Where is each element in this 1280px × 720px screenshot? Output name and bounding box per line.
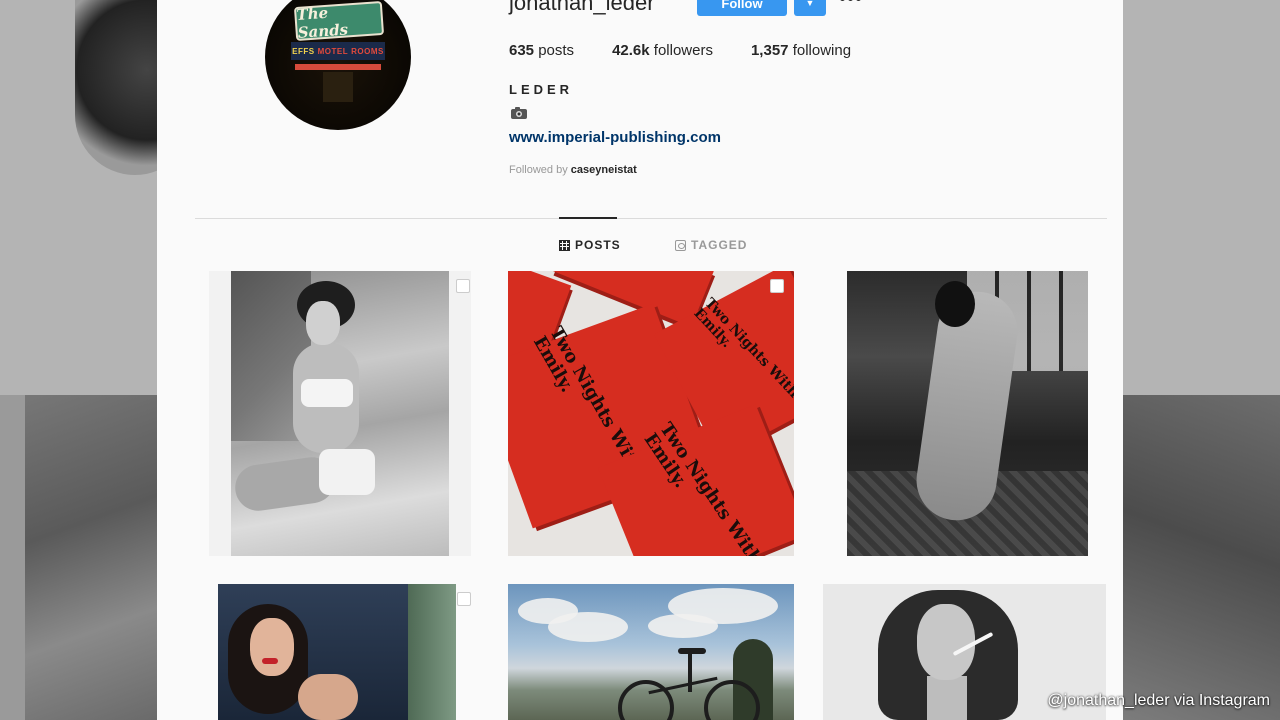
avatar-sign-pole: [323, 72, 353, 102]
tab-tagged-label: TAGGED: [691, 238, 748, 252]
photo-figure-bottom: [319, 449, 375, 495]
avatar-sign-text-b: MOTEL: [317, 46, 349, 56]
profile-username: jonathan_leder: [509, 0, 655, 15]
grid-icon: [559, 239, 570, 251]
instagram-profile-page: The Sands EFFS MOTEL ROOMS jonathan_lede…: [157, 0, 1123, 720]
select-checkbox[interactable]: [770, 279, 784, 293]
post-thumbnail[interactable]: Two Nights With Emily. Two Nights With E…: [508, 271, 794, 556]
active-tab-indicator: [559, 217, 617, 219]
photo-bike-fork: [688, 652, 692, 692]
photo-curtain: [408, 584, 456, 720]
followed-by: Followed by caseyneistat: [509, 164, 637, 176]
photo-cloud: [548, 612, 628, 642]
avatar-sign-text-a: EFFS: [292, 46, 315, 56]
following-stat[interactable]: 1,357 following: [751, 42, 851, 59]
avatar-sign-motel: EFFS MOTEL ROOMS: [291, 42, 385, 60]
avatar-sign-stripe: [295, 64, 381, 70]
post-thumbnail[interactable]: [847, 271, 1088, 556]
photo-figure-face: [917, 604, 975, 680]
photo-cloud: [648, 614, 718, 638]
post-thumbnail[interactable]: [508, 584, 794, 720]
book-title: Two Nights With Emily.: [639, 418, 767, 556]
profile-full-name: LEDER: [509, 82, 574, 97]
more-options-icon[interactable]: •••: [839, 0, 863, 11]
photo-figure-lips: [262, 658, 278, 664]
follow-button[interactable]: Follow: [697, 0, 787, 16]
tab-posts-label: POSTS: [575, 238, 621, 252]
tabs-divider: [195, 218, 1107, 219]
photo-figure-face: [306, 301, 340, 345]
followers-count: 42.6k: [612, 42, 650, 59]
post-thumbnail[interactable]: [218, 584, 456, 720]
following-count: 1,357: [750, 42, 789, 59]
photo-figure-arm: [298, 674, 358, 720]
photo-figure-face: [250, 618, 294, 676]
chevron-down-icon: ▼: [805, 0, 815, 8]
followed-by-user-link[interactable]: caseyneistat: [571, 164, 637, 176]
followers-stat[interactable]: 42.6k followers: [612, 42, 713, 59]
profile-stats: 635 posts 42.6k followers 1,357 followin…: [509, 42, 889, 59]
post-thumbnail[interactable]: [209, 271, 471, 556]
avatar-sign-text-c: ROOMS: [351, 46, 384, 56]
followed-by-prefix: Followed by: [509, 164, 568, 176]
posts-count: 635: [509, 42, 535, 59]
book-title: Two Nights With Emily.: [690, 295, 794, 402]
posts-label: posts: [538, 42, 575, 59]
photo-figure-neck: [927, 676, 967, 720]
photo-figure-top: [301, 379, 353, 407]
background-blur-right: [1123, 395, 1280, 720]
tab-tagged[interactable]: TAGGED: [675, 238, 747, 252]
photo-bike-handlebar: [678, 648, 706, 654]
select-checkbox[interactable]: [457, 592, 471, 606]
photo-bike-wheel: [618, 680, 674, 720]
select-checkbox[interactable]: [456, 279, 470, 293]
source-watermark: @jonathan_leder via Instagram: [1047, 692, 1270, 709]
posts-stat: 635 posts: [509, 42, 574, 59]
photo-figure-hair: [935, 281, 975, 327]
following-label: following: [792, 42, 852, 59]
background-blur-left: [25, 395, 157, 720]
avatar-sign-title: The Sands: [293, 0, 385, 42]
suggestions-dropdown-button[interactable]: ▼: [794, 0, 826, 16]
tag-icon: [675, 239, 686, 251]
profile-avatar[interactable]: The Sands EFFS MOTEL ROOMS: [265, 0, 411, 130]
camera-icon: [511, 107, 527, 119]
tab-posts[interactable]: POSTS: [559, 238, 621, 252]
profile-website-link[interactable]: www.imperial-publishing.com: [509, 129, 721, 146]
followers-label: followers: [653, 42, 713, 59]
